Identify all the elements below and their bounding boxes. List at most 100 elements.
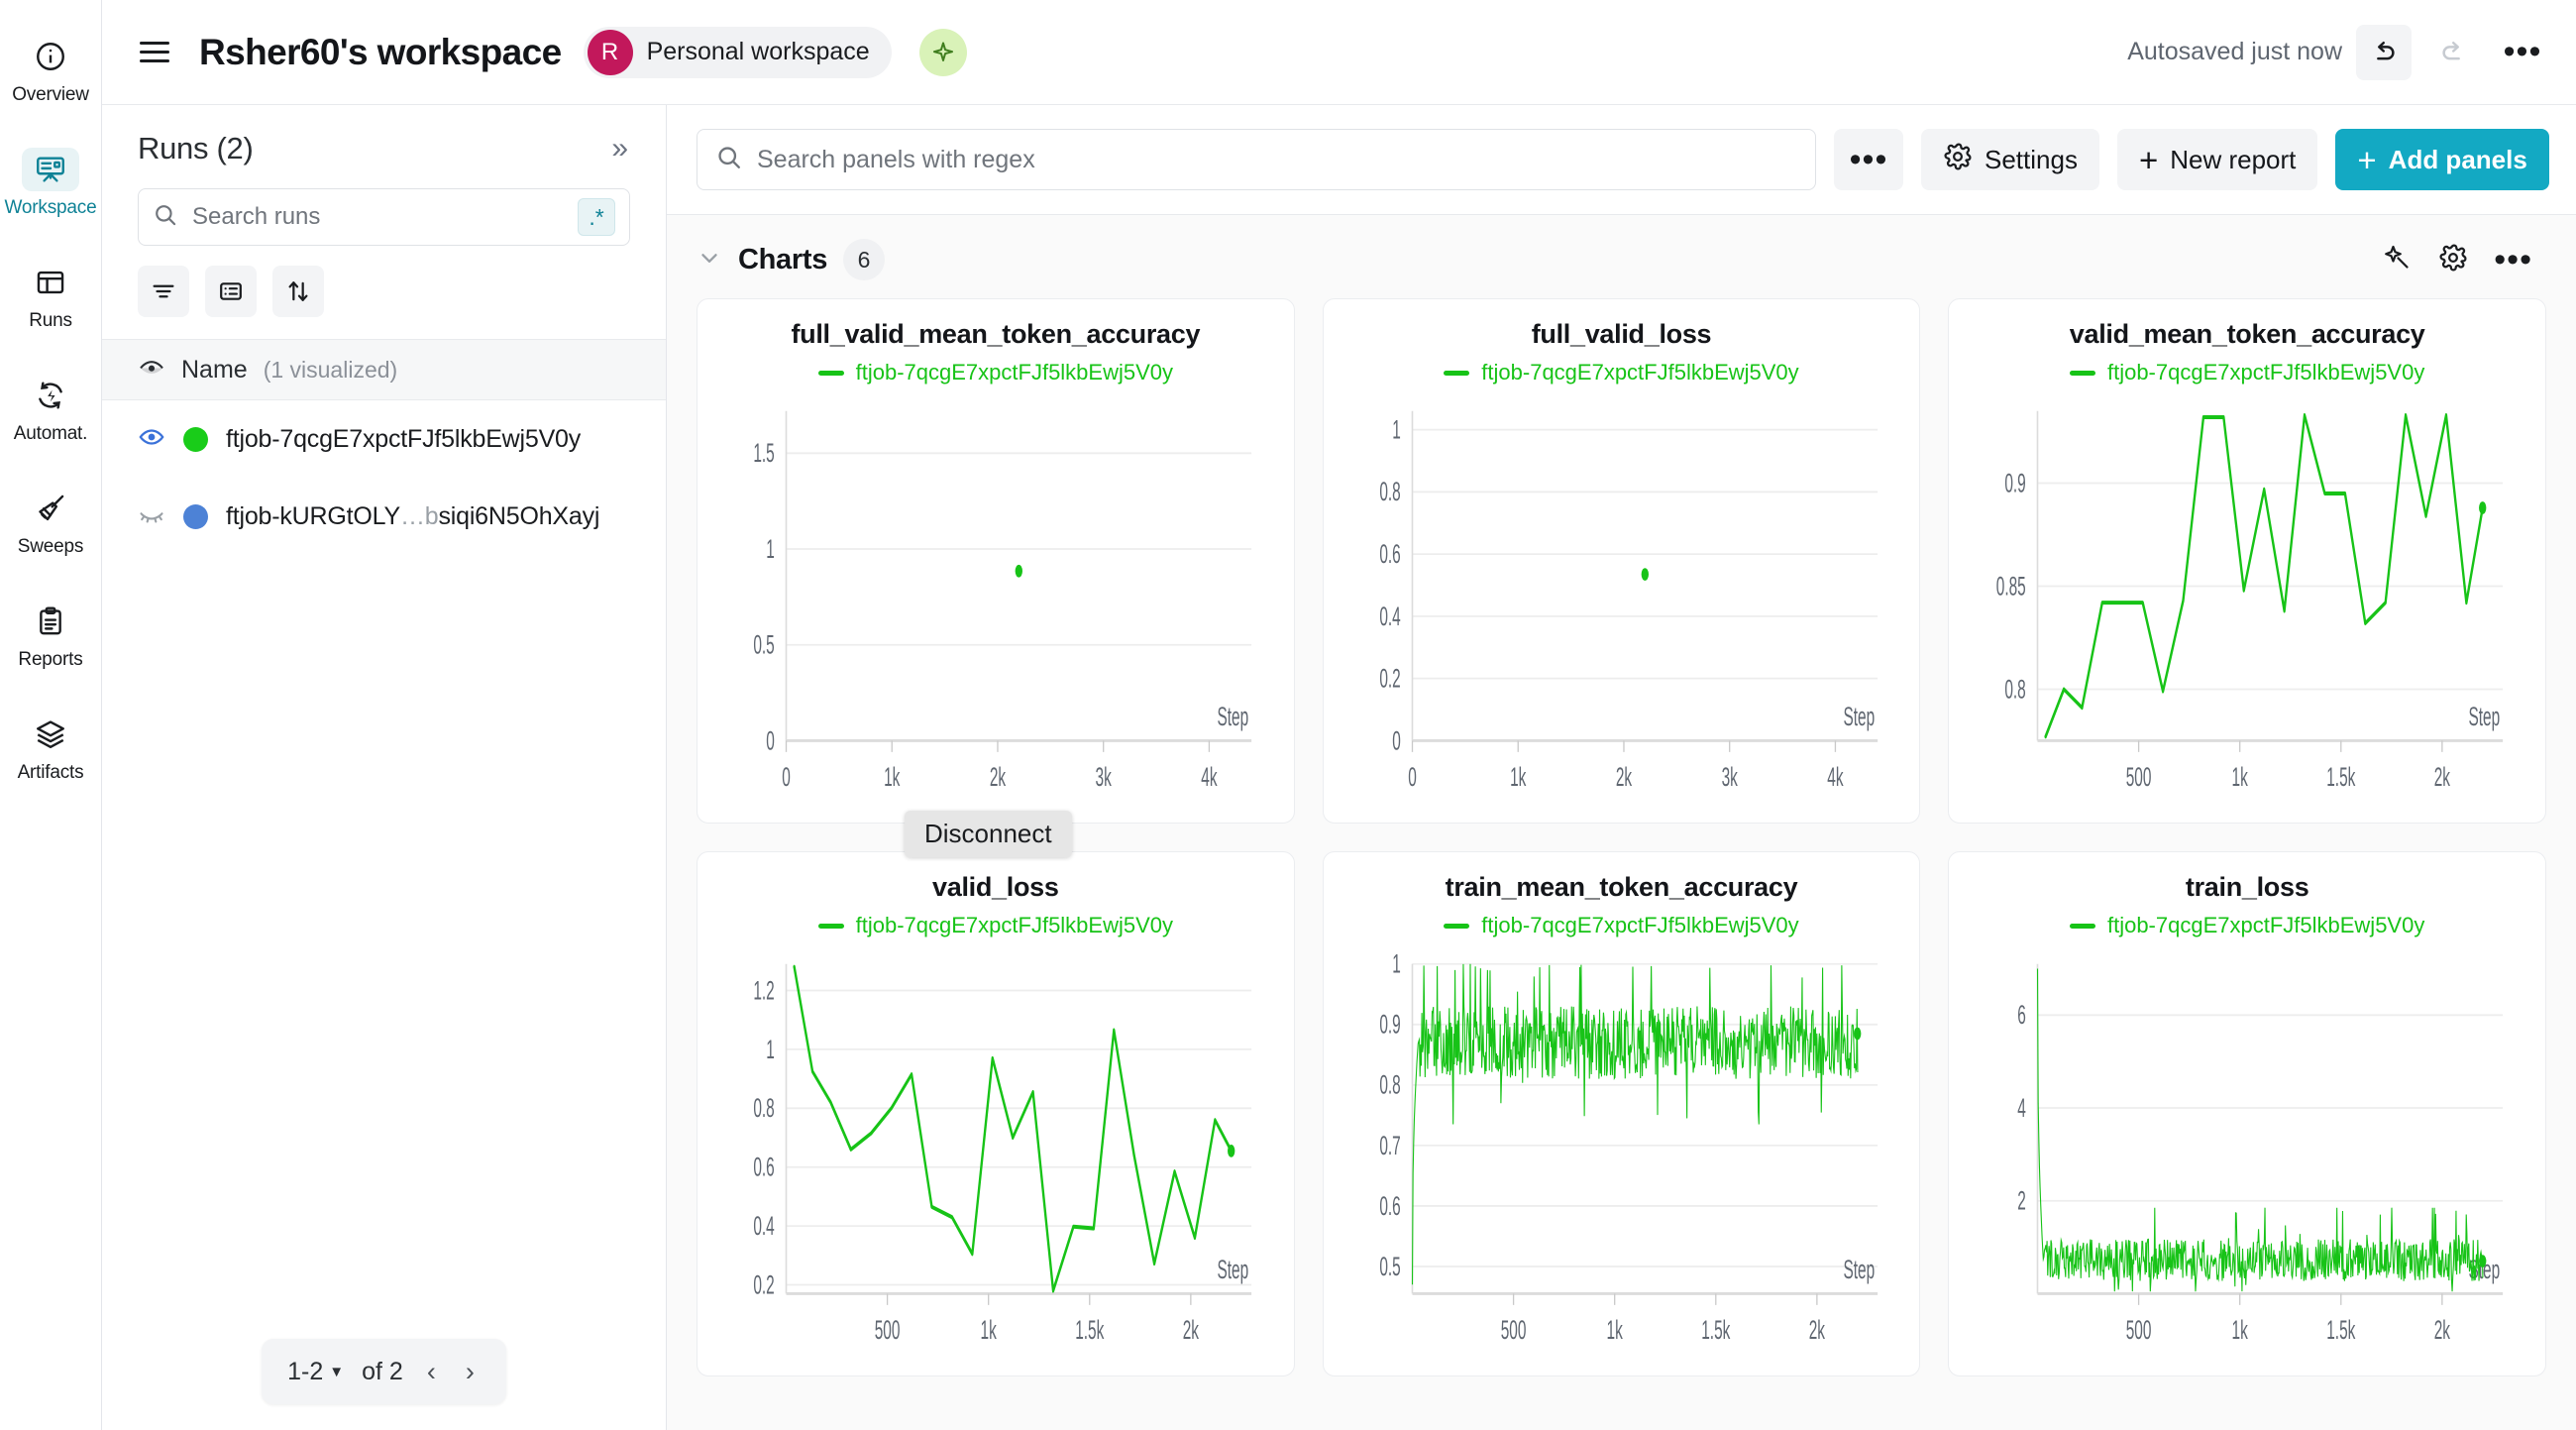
menu-icon[interactable]: [132, 34, 177, 70]
chart-plot-area[interactable]: 0 0.5 1 1.5 0 1k 2k 3k 4k Step: [719, 393, 1272, 809]
legend-swatch: [1444, 923, 1470, 929]
y-axis-tick-label: 0.9: [2005, 468, 2026, 498]
chart-title: valid_mean_token_accuracy: [2069, 319, 2425, 349]
next-page-button[interactable]: ›: [460, 1357, 481, 1387]
redo-button[interactable]: [2425, 25, 2481, 80]
y-axis-tick-label: 0.8: [2005, 674, 2026, 705]
sparkle-icon[interactable]: [918, 28, 967, 76]
y-axis-tick-label: 6: [2018, 1000, 2027, 1031]
sidebar-item-overview[interactable]: Overview: [0, 14, 102, 127]
chart-legend: ftjob-7qcgE7xpctFJf5lkbEwj5V0y: [1971, 360, 2523, 385]
workspace-badge-label: Personal workspace: [646, 38, 870, 65]
chart-plot-area[interactable]: 0.8 0.85 0.9 500 1k 1.5k 2k Step: [1971, 393, 2523, 809]
sidebar-item-reports[interactable]: Reports: [0, 579, 102, 692]
chart-panel[interactable]: train_mean_token_accuracy ftjob-7qcgE7xpc…: [1322, 851, 1921, 1376]
run-color-dot: [183, 503, 208, 529]
top-bar-actions: Autosaved just now •••: [2127, 24, 2550, 80]
y-axis-tick-label: 0.6: [753, 1152, 774, 1182]
sidebar-label-artifacts: Artifacts: [17, 762, 84, 783]
tooltip-disconnect: Disconnect: [905, 811, 1072, 857]
panel-more-button[interactable]: •••: [1834, 129, 1903, 190]
charts-section-actions: •••: [2383, 242, 2546, 277]
collapse-panel-button[interactable]: »: [605, 132, 630, 165]
charts-section-title: Charts: [738, 243, 828, 275]
chart-panel[interactable]: full_valid_mean_token_accuracy ftjob-7qcg…: [697, 298, 1295, 824]
series-endpoint-marker: [2479, 1255, 2487, 1267]
undo-button[interactable]: [2356, 24, 2412, 80]
y-axis-tick-label: 1.2: [753, 975, 774, 1006]
y-axis-tick-label: 0: [1392, 725, 1401, 756]
broom-icon: [22, 487, 79, 530]
regex-toggle-button[interactable]: .*: [578, 198, 615, 236]
chart-title: train_loss: [2185, 872, 2309, 902]
sidebar-label-sweeps: Sweeps: [17, 536, 84, 557]
table-row[interactable]: ftjob-7qcgE7xpctFJf5lkbEwj5V0y: [102, 400, 666, 478]
chart-legend: ftjob-7qcgE7xpctFJf5lkbEwj5V0y: [1345, 913, 1898, 938]
sidebar-item-sweeps[interactable]: Sweeps: [0, 466, 102, 579]
chart-panel[interactable]: full_valid_loss ftjob-7qcgE7xpctFJf5lkbEw…: [1322, 298, 1921, 824]
settings-button[interactable]: Settings: [1921, 129, 2099, 190]
sidebar-item-runs[interactable]: Runs: [0, 240, 102, 353]
table-row[interactable]: ftjob-kURGtOLY…bsiqi6N5OhXayj: [102, 478, 666, 555]
x-axis-label: Step: [2469, 702, 2501, 732]
page-range[interactable]: 1-2: [287, 1358, 323, 1386]
filter-button[interactable]: [138, 266, 189, 317]
more-dots-icon: •••: [1849, 140, 1888, 178]
y-axis-tick-label: 0.8: [1379, 477, 1400, 507]
chart-title: valid_loss: [932, 872, 1059, 902]
gear-icon: [1943, 142, 1973, 178]
app-root: Overview Workspace Runs Automat. Sweeps …: [0, 0, 2576, 1430]
sidebar-item-workspace[interactable]: Workspace: [0, 127, 102, 240]
sidebar-label-overview: Overview: [12, 84, 89, 105]
legend-label: ftjob-7qcgE7xpctFJf5lkbEwj5V0y: [2106, 360, 2425, 385]
legend-label: ftjob-7qcgE7xpctFJf5lkbEwj5V0y: [855, 913, 1174, 937]
x-axis-tick-label: 1.5k: [2327, 762, 2356, 793]
sidebar-item-automations[interactable]: Automat.: [0, 353, 102, 466]
x-axis-tick-label: 1k: [2232, 1315, 2248, 1346]
x-axis-tick-label: 1.5k: [1701, 1315, 1730, 1346]
x-axis-tick-label: 2k: [1615, 762, 1631, 793]
gear-icon[interactable]: [2438, 243, 2468, 277]
runs-visualized-count: (1 visualized): [263, 356, 398, 383]
x-axis-tick-label: 1k: [1606, 1315, 1622, 1346]
data-point: [1641, 568, 1649, 581]
legend-swatch: [1444, 370, 1470, 376]
info-circle-icon: [22, 35, 79, 78]
chart-panel[interactable]: train_loss ftjob-7qcgE7xpctFJf5lkbEwj5V0y…: [1948, 851, 2546, 1376]
page-title: Rsher60's workspace: [199, 31, 562, 72]
eye-closed-icon[interactable]: [138, 500, 165, 533]
chevron-down-icon[interactable]: ▼: [329, 1364, 344, 1380]
sort-button[interactable]: [272, 266, 324, 317]
x-axis-tick-label: 1k: [981, 1315, 997, 1346]
y-axis-tick-label: 0.6: [1379, 1190, 1400, 1221]
new-report-button[interactable]: + New report: [2116, 129, 2318, 190]
prev-page-button[interactable]: ‹: [421, 1357, 442, 1387]
chart-plot-area[interactable]: 0 0.2 0.4 0.6 0.8 1 0 1k 2k 3k 4k Step: [1345, 393, 1898, 809]
more-options-button[interactable]: •••: [2495, 25, 2550, 80]
chart-legend: ftjob-7qcgE7xpctFJf5lkbEwj5V0y: [1971, 913, 2523, 938]
x-axis-tick-label: 500: [2126, 762, 2152, 793]
columns-button[interactable]: [205, 266, 257, 317]
x-axis-tick-label: 4k: [1827, 762, 1843, 793]
sidebar-item-artifacts[interactable]: Artifacts: [0, 692, 102, 805]
x-axis-tick-label: 3k: [1096, 762, 1112, 793]
x-axis-label: Step: [1217, 1255, 1248, 1285]
chevron-down-icon[interactable]: [697, 245, 722, 275]
chart-plot-area[interactable]: 2 4 6 500 1k 1.5k 2k Step: [1971, 946, 2523, 1362]
workspace-badge[interactable]: R Personal workspace: [583, 26, 892, 78]
search-panels-input[interactable]: Search panels with regex: [697, 129, 1816, 190]
chart-panel[interactable]: valid_loss ftjob-7qcgE7xpctFJf5lkbEwj5V0y…: [697, 851, 1295, 1376]
chart-panel[interactable]: valid_mean_token_accuracy ftjob-7qcgE7xpc…: [1948, 298, 2546, 824]
add-panels-button[interactable]: + Add panels: [2335, 129, 2549, 190]
run-color-dot: [183, 426, 208, 452]
search-runs-input[interactable]: Search runs .*: [138, 188, 630, 246]
y-axis-tick-label: 1: [1392, 414, 1401, 445]
top-bar: Rsher60's workspace R Personal workspace…: [102, 0, 2576, 105]
chart-plot-area[interactable]: 0.5 0.6 0.7 0.8 0.9 1 500 1k 1.5k 2k Step: [1345, 946, 1898, 1362]
eye-icon[interactable]: [138, 354, 165, 386]
section-more-button[interactable]: •••: [2494, 242, 2532, 276]
chart-plot-area[interactable]: 0.2 0.4 0.6 0.8 1 1.2 500 1k 1.5k 2k Step: [719, 946, 1272, 1362]
eye-open-icon[interactable]: [138, 423, 165, 456]
runs-column-name-label: Name: [181, 355, 248, 384]
magic-wand-icon[interactable]: [2383, 243, 2413, 277]
